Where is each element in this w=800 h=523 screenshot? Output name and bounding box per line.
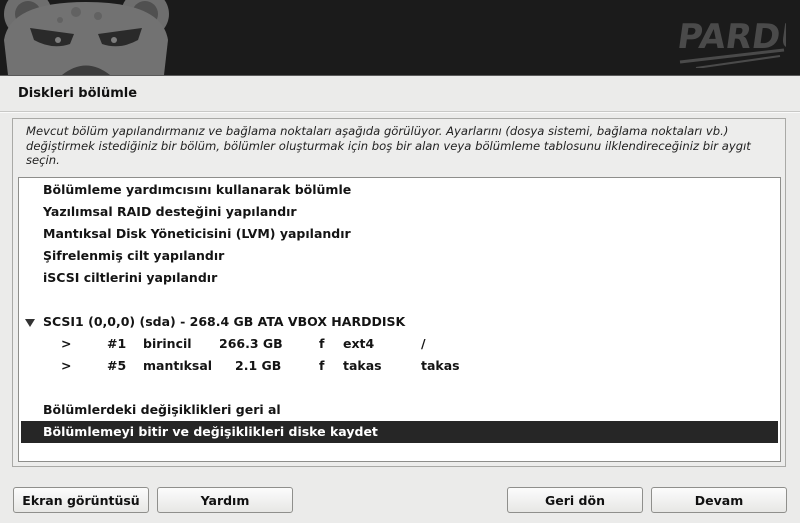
list-item-label: iSCSI ciltlerini yapılandır [43,270,218,285]
description-text: Mevcut bölüm yapılandırmanız ve bağlama … [26,124,751,167]
list-item-label: Yazılımsal RAID desteğini yapılandır [43,204,297,219]
partition-size: 2.1 GB [235,358,282,373]
partition-mount: / [421,336,426,351]
expand-triangle-icon[interactable] [25,319,35,327]
continue-button[interactable]: Devam [651,487,787,513]
list-item-finish-partitioning[interactable]: Bölümlemeyi bitir ve değişiklikleri disk… [21,421,778,443]
list-item-guided-partitioning[interactable]: Bölümleme yardımcısını kullanarak bölüml… [21,179,778,201]
banner-separator [0,75,800,76]
bear-mascot-icon [4,0,169,75]
list-item-partition-1[interactable]: > #1 birincil 266.3 GB f ext4 / [21,333,778,355]
partition-mount: takas [421,358,460,373]
list-item-label: Şifrelenmiş cilt yapılandır [43,248,225,263]
partition-size: 266.3 GB [219,336,283,351]
partition-flag: f [319,358,325,373]
chevron-right-icon: > [61,336,72,351]
list-item-label: Bölümlerdeki değişiklikleri geri al [43,402,281,417]
page-title: Diskleri bölümle [18,86,138,101]
pardus-logo-icon: PARDUS [676,17,786,68]
list-item-disk-sda[interactable]: SCSI1 (0,0,0) (sda) - 268.4 GB ATA VBOX … [21,311,778,333]
list-item-undo-changes[interactable]: Bölümlerdeki değişiklikleri geri al [21,399,778,421]
partition-number: #1 [107,336,127,351]
help-button[interactable]: Yardım [157,487,293,513]
disk-label: SCSI1 (0,0,0) (sda) - 268.4 GB ATA VBOX … [43,314,406,329]
back-button[interactable]: Geri dön [507,487,643,513]
list-item-label: Bölümlemeyi bitir ve değişiklikleri disk… [43,424,378,439]
partition-number: #5 [107,358,127,373]
list-item-iscsi[interactable]: iSCSI ciltlerini yapılandır [21,267,778,289]
list-item-label: Mantıksal Disk Yöneticisini (LVM) yapıla… [43,226,351,241]
partition-filesystem: takas [343,358,382,373]
list-item-software-raid[interactable]: Yazılımsal RAID desteğini yapılandır [21,201,778,223]
partition-type: birincil [143,336,192,351]
title-separator [0,111,800,113]
partition-list[interactable]: Bölümleme yardımcısını kullanarak bölüml… [18,177,781,462]
partition-flag: f [319,336,325,351]
list-item-encrypted-volumes[interactable]: Şifrelenmiş cilt yapılandır [21,245,778,267]
list-item-label: Bölümleme yardımcısını kullanarak bölüml… [43,182,352,197]
partition-filesystem: ext4 [343,336,375,351]
screenshot-button[interactable]: Ekran görüntüsü [13,487,149,513]
chevron-right-icon: > [61,358,72,373]
list-item-lvm[interactable]: Mantıksal Disk Yöneticisini (LVM) yapıla… [21,223,778,245]
header-banner: PARDUS [0,0,800,75]
partition-type: mantıksal [143,358,213,373]
list-item-partition-5[interactable]: > #5 mantıksal 2.1 GB f takas takas [21,355,778,377]
